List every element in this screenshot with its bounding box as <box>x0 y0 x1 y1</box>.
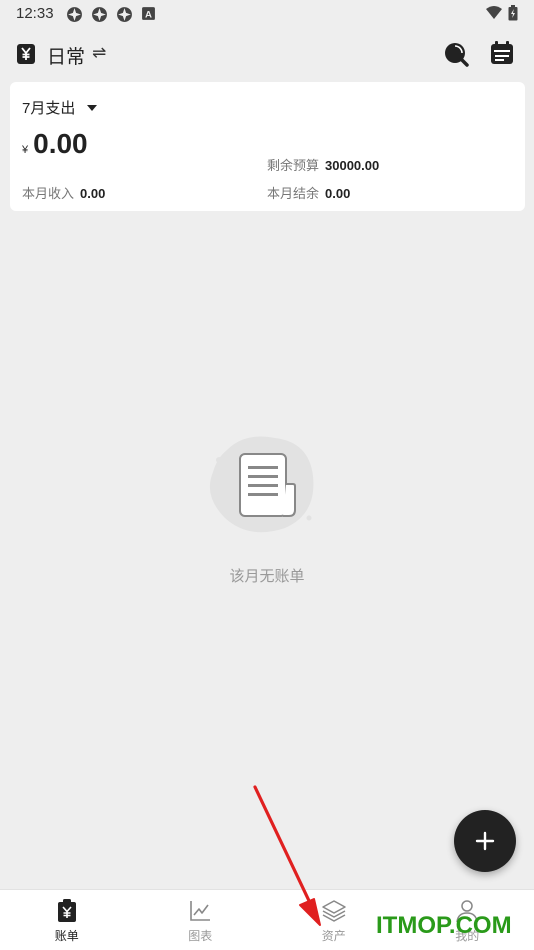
calendar-icon[interactable] <box>489 40 515 71</box>
app-header: 日常 ⇌ <box>0 34 534 74</box>
caret-down-icon <box>87 104 98 111</box>
nav-item-bills[interactable]: 账单 <box>0 890 134 950</box>
empty-message: 该月无账单 <box>229 568 305 585</box>
chart-icon <box>190 901 211 921</box>
layers-icon <box>322 900 346 922</box>
search-icon[interactable] <box>443 41 469 72</box>
expense-amount-row: ¥ 0.00 <box>22 128 88 160</box>
budget-left-value: 30000.00 <box>325 158 380 173</box>
balance-label: 本月结余 <box>267 186 320 201</box>
app-notification-icon <box>117 7 132 22</box>
book-title[interactable]: 日常 <box>47 42 85 69</box>
month-label: 7月支出 <box>22 100 76 117</box>
income-label: 本月收入 <box>22 186 75 201</box>
bill-icon <box>57 899 76 922</box>
add-record-button[interactable] <box>454 810 516 872</box>
status-time: 12:33 <box>16 5 54 22</box>
status-notification-icons: A <box>66 6 156 23</box>
currency-symbol: ¥ <box>22 144 29 156</box>
yen-book-icon[interactable] <box>16 43 36 70</box>
a-badge-icon: A <box>142 7 155 20</box>
nav-label-bills: 账单 <box>54 929 79 943</box>
status-bar: 12:33 A <box>0 0 534 28</box>
a-badge-letter: A <box>145 9 152 20</box>
swap-book-icon[interactable]: ⇌ <box>92 43 106 63</box>
budget-left: 剩余预算 30000.00 <box>267 155 379 174</box>
month-selector[interactable]: 7月支出 <box>22 97 98 118</box>
income-stat: 本月收入 0.00 <box>22 183 105 202</box>
watermark-text: ITMOP.COM <box>376 912 512 939</box>
monthly-summary-card: 7月支出 ¥ 0.00 剩余预算 30000.00 本月收入 0.00 本月结余 0.… <box>10 82 525 211</box>
plus-icon <box>475 831 495 851</box>
status-right-icons <box>486 5 518 21</box>
budget-left-label: 剩余预算 <box>267 158 320 173</box>
income-value: 0.00 <box>80 186 106 201</box>
battery-icon <box>508 5 518 21</box>
nav-item-charts[interactable]: 图表 <box>134 890 268 950</box>
nav-label-charts: 图表 <box>188 929 213 943</box>
wifi-icon <box>486 6 502 19</box>
expense-amount: 0.00 <box>33 128 88 159</box>
app-notification-icon <box>67 7 82 22</box>
empty-bill-illustration <box>205 430 321 538</box>
balance-stat: 本月结余 0.00 <box>267 183 350 202</box>
balance-value: 0.00 <box>325 186 351 201</box>
nav-label-assets: 资产 <box>321 929 346 943</box>
app-notification-icon <box>92 7 107 22</box>
